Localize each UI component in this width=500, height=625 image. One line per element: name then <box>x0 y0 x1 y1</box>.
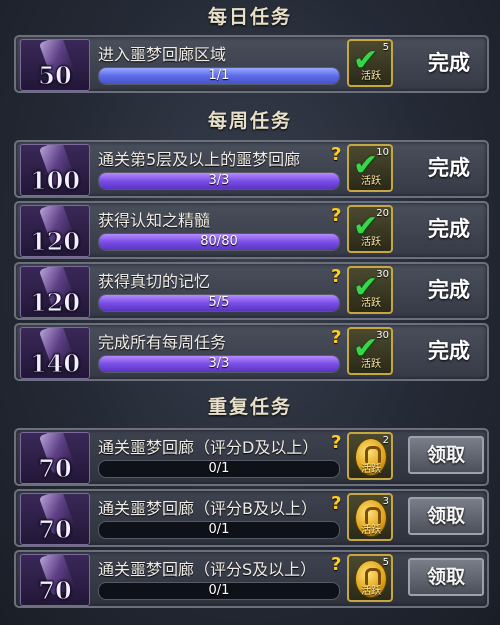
task-badge-icon: 140 <box>20 327 90 379</box>
reward-label: 活跃 <box>361 359 381 370</box>
reward-count: 30 <box>376 269 389 280</box>
progress-bar: 0/1 <box>98 521 340 539</box>
reward-count: 2 <box>382 435 389 446</box>
progress-bar: 0/1 <box>98 460 340 478</box>
help-icon[interactable]: ? <box>331 432 341 453</box>
reward-icon[interactable]: 5 活跃 <box>347 554 393 602</box>
reward-label: 活跃 <box>361 464 381 475</box>
progress-text: 3/3 <box>208 356 230 371</box>
status-complete: 完成 <box>428 217 470 241</box>
task-name: 通关噩梦回廊（评分B及以上） <box>98 499 317 518</box>
task-points: 70 <box>38 576 72 606</box>
help-icon[interactable]: ? <box>331 493 341 514</box>
reward-icon[interactable]: ✔ 10 活跃 <box>347 144 393 192</box>
task-name: 进入噩梦回廊区域 <box>98 45 227 64</box>
task-points: 70 <box>38 515 72 545</box>
progress-bar: 0/1 <box>98 582 340 600</box>
task-badge-icon: 50 <box>20 39 90 91</box>
task-name: 通关噩梦回廊（评分S及以上） <box>98 560 317 579</box>
task-badge-icon: 120 <box>20 205 90 257</box>
reward-count: 3 <box>382 496 389 507</box>
help-icon[interactable]: ? <box>331 144 341 165</box>
task-points: 100 <box>29 166 81 196</box>
task-badge-icon: 70 <box>20 554 90 606</box>
task-name: 通关噩梦回廊（评分D及以上） <box>98 438 319 457</box>
task-row-daily-1: 50 进入噩梦回廊区域 1/1 ✔ 5 活跃 完成 <box>14 35 489 93</box>
help-icon[interactable]: ? <box>331 205 341 226</box>
progress-text: 5/5 <box>208 295 230 310</box>
help-icon[interactable]: ? <box>331 327 341 348</box>
section-title-daily: 每日任务 <box>207 6 292 28</box>
task-points: 120 <box>29 288 81 318</box>
reward-icon[interactable]: ✔ 20 活跃 <box>347 205 393 253</box>
task-points: 70 <box>38 454 72 484</box>
progress-text: 0/1 <box>208 583 230 598</box>
progress-bar: 3/3 <box>98 172 340 190</box>
task-row-repeat-3: 70 通关噩梦回廊（评分S及以上） ? 0/1 5 活跃 领取 <box>14 550 489 608</box>
section-title-repeat: 重复任务 <box>207 396 292 418</box>
claim-button[interactable]: 领取 <box>408 436 484 474</box>
reward-label: 活跃 <box>361 237 381 248</box>
claim-button[interactable]: 领取 <box>408 497 484 535</box>
reward-icon[interactable]: 3 活跃 <box>347 493 393 541</box>
task-row-weekly-4: 140 完成所有每周任务 ? 3/3 ✔ 30 活跃 完成 <box>14 323 489 381</box>
reward-icon[interactable]: ✔ 5 活跃 <box>347 39 393 87</box>
status-complete: 完成 <box>428 278 470 302</box>
task-badge-icon: 100 <box>20 144 90 196</box>
reward-icon[interactable]: ✔ 30 活跃 <box>347 266 393 314</box>
help-icon[interactable]: ? <box>331 266 341 287</box>
task-name: 通关第5层及以上的噩梦回廊 <box>98 150 301 169</box>
status-complete: 完成 <box>428 339 470 363</box>
reward-label: 活跃 <box>361 176 381 187</box>
reward-count: 10 <box>376 147 389 158</box>
task-row-weekly-3: 120 获得真切的记忆 ? 5/5 ✔ 30 活跃 完成 <box>14 262 489 320</box>
progress-text: 3/3 <box>208 173 230 188</box>
reward-icon[interactable]: 2 活跃 <box>347 432 393 480</box>
progress-bar: 1/1 <box>98 67 340 85</box>
progress-text: 0/1 <box>208 522 230 537</box>
status-complete: 完成 <box>428 51 470 75</box>
reward-count: 5 <box>382 42 389 53</box>
progress-text: 0/1 <box>208 461 230 476</box>
help-icon[interactable]: ? <box>331 554 341 575</box>
task-badge-icon: 70 <box>20 493 90 545</box>
task-name: 获得认知之精髓 <box>98 211 211 230</box>
task-points: 120 <box>29 227 81 257</box>
reward-label: 活跃 <box>361 586 381 597</box>
task-name: 获得真切的记忆 <box>98 272 211 291</box>
reward-icon[interactable]: ✔ 30 活跃 <box>347 327 393 375</box>
section-title-weekly: 每周任务 <box>207 110 292 132</box>
task-row-weekly-1: 100 通关第5层及以上的噩梦回廊 ? 3/3 ✔ 10 活跃 完成 <box>14 140 489 198</box>
progress-bar: 80/80 <box>98 233 340 251</box>
progress-bar: 3/3 <box>98 355 340 373</box>
claim-button[interactable]: 领取 <box>408 558 484 596</box>
task-badge-icon: 120 <box>20 266 90 318</box>
reward-count: 5 <box>382 557 389 568</box>
status-complete: 完成 <box>428 156 470 180</box>
task-row-repeat-1: 70 通关噩梦回廊（评分D及以上） ? 0/1 2 活跃 领取 <box>14 428 489 486</box>
progress-text: 80/80 <box>200 234 238 249</box>
progress-text: 1/1 <box>208 68 230 83</box>
task-badge-icon: 70 <box>20 432 90 484</box>
reward-label: 活跃 <box>361 298 381 309</box>
reward-label: 活跃 <box>361 525 381 536</box>
task-row-repeat-2: 70 通关噩梦回廊（评分B及以上） ? 0/1 3 活跃 领取 <box>14 489 489 547</box>
task-row-weekly-2: 120 获得认知之精髓 ? 80/80 ✔ 20 活跃 完成 <box>14 201 489 259</box>
reward-count: 20 <box>376 208 389 219</box>
reward-label: 活跃 <box>361 71 381 82</box>
progress-bar: 5/5 <box>98 294 340 312</box>
task-points: 50 <box>38 61 72 91</box>
task-points: 140 <box>29 349 81 379</box>
reward-count: 30 <box>376 330 389 341</box>
task-name: 完成所有每周任务 <box>98 333 227 352</box>
